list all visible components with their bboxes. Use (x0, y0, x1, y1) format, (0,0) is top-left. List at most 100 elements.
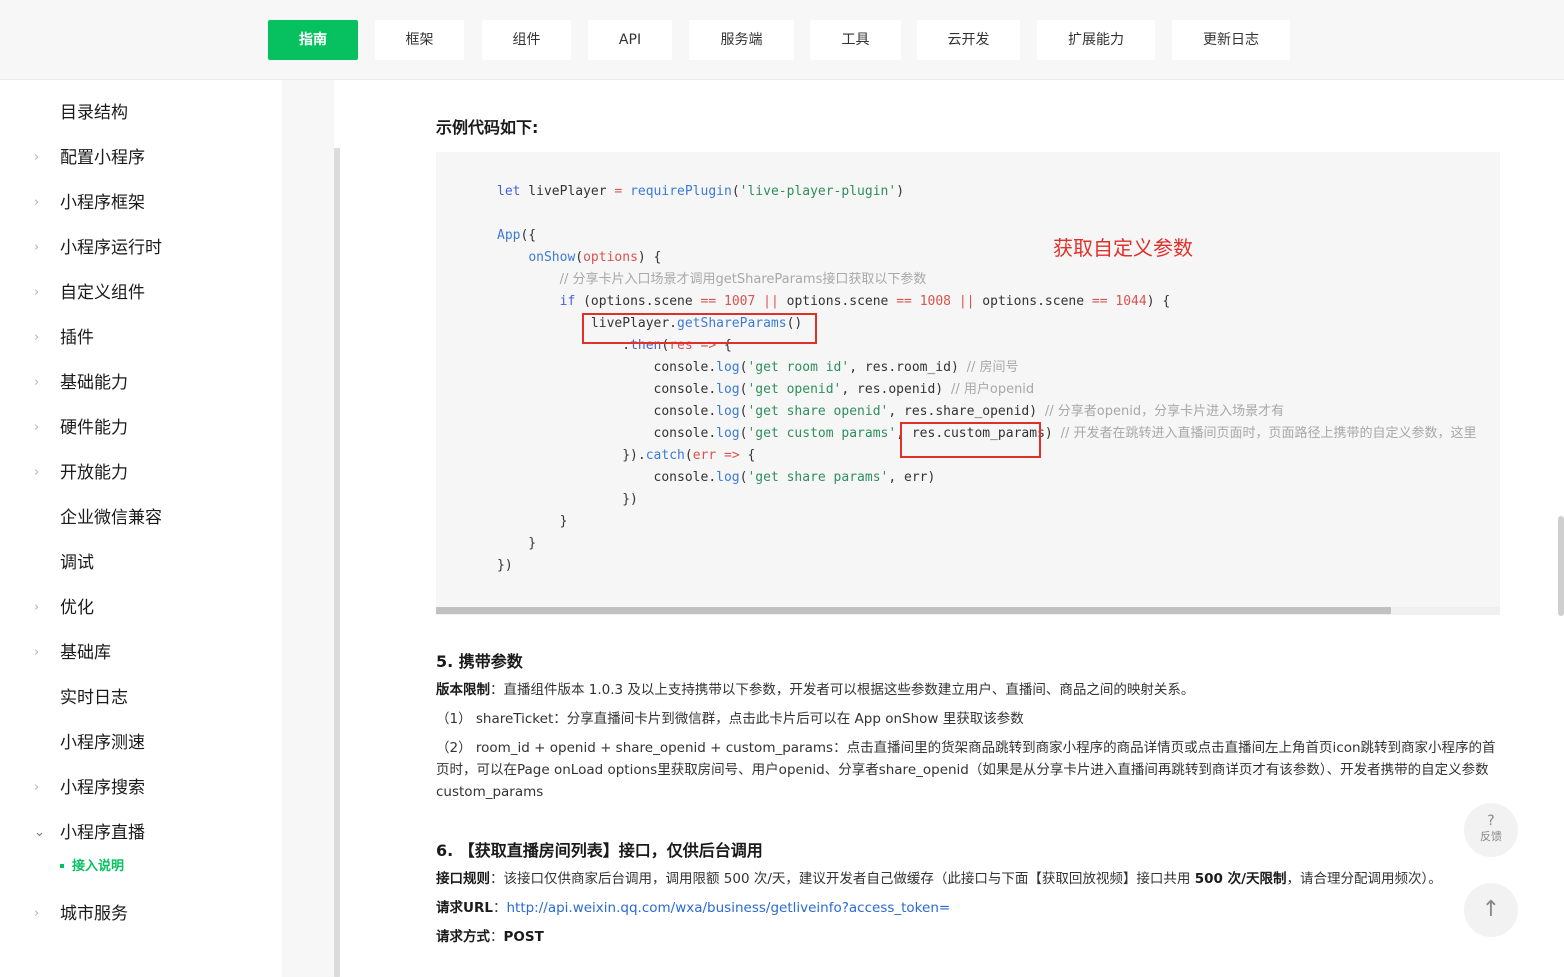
arrow-up-icon: ↑ (1481, 897, 1501, 922)
code-line: console.log('get room id', res.room_id) … (497, 360, 1019, 375)
sidebar-item-base-library[interactable]: › 基础库 (0, 635, 282, 671)
sidebar-item-label: 配置小程序 (60, 148, 145, 168)
sidebar-scrollbar[interactable] (334, 148, 340, 977)
tab-extensions[interactable]: 扩展能力 (1037, 20, 1155, 60)
code-line: console.log('get share openid', res.shar… (497, 404, 1285, 419)
tab-server[interactable]: 服务端 (689, 20, 794, 60)
sidebar-item-label: 企业微信兼容 (60, 508, 162, 528)
section-6-rule: 接口规则：该接口仅供商家后台调用，调用限额 500 次/天，建议开发者自己做缓存… (436, 868, 1502, 890)
sidebar-item-label: 硬件能力 (60, 418, 128, 438)
back-to-top-button[interactable]: ↑ (1464, 883, 1518, 937)
request-url-link[interactable]: http://api.weixin.qq.com/wxa/business/ge… (506, 900, 950, 916)
chevron-right-icon: › (34, 330, 40, 345)
sidebar-item-directory[interactable]: 目录结构 (0, 95, 282, 131)
method-value: POST (503, 929, 544, 945)
annotation-box-getshareparams (582, 313, 817, 344)
sidebar-item-open-abilities[interactable]: › 开放能力 (0, 455, 282, 491)
feedback-label: 反馈 (1480, 830, 1502, 843)
sidebar-item-city-services[interactable]: › 城市服务 (0, 896, 282, 932)
code-line: }).catch(err => { (497, 448, 756, 463)
chevron-right-icon: › (34, 420, 40, 435)
sidebar-item-plugins[interactable]: › 插件 (0, 320, 282, 356)
tab-changelog[interactable]: 更新日志 (1172, 20, 1290, 60)
sidebar-item-label: 目录结构 (60, 103, 128, 123)
tab-components[interactable]: 组件 (482, 20, 571, 60)
sidebar-item-label: 小程序直播 (60, 823, 145, 843)
sidebar-item-debug[interactable]: 调试 (0, 545, 282, 581)
annotation-label: 获取自定义参数 (1053, 236, 1193, 260)
feedback-button[interactable]: ? 反馈 (1464, 803, 1518, 857)
sidebar-item-speed-test[interactable]: 小程序测速 (0, 725, 282, 761)
tab-api[interactable]: API (588, 20, 672, 60)
tab-cloud-dev[interactable]: 云开发 (917, 20, 1020, 60)
chevron-right-icon: › (34, 150, 40, 165)
tab-guide[interactable]: 指南 (268, 20, 358, 60)
top-navbar: 指南 框架 组件 API 服务端 工具 云开发 扩展能力 更新日志 (0, 0, 1564, 80)
sidebar-item-wework[interactable]: 企业微信兼容 (0, 500, 282, 536)
sidebar-item-config[interactable]: › 配置小程序 (0, 140, 282, 176)
sidebar-gutter (282, 80, 334, 977)
sidebar-item-label: 小程序运行时 (60, 238, 162, 258)
sidebar-item-label: 调试 (60, 553, 94, 573)
bullet-icon (60, 863, 64, 868)
section-5-item-1: （1） shareTicket：分享直播间卡片到微信群，点击此卡片后可以在 Ap… (436, 711, 1024, 727)
sidebar-item-custom-components[interactable]: › 自定义组件 (0, 275, 282, 311)
sidebar-item-label: 小程序测速 (60, 733, 145, 753)
chevron-right-icon: › (34, 645, 40, 660)
version-limit-label: 版本限制 (436, 682, 490, 698)
code-block[interactable]: let livePlayer = requirePlugin('live-pla… (436, 152, 1500, 607)
rule-tail: ，请合理分配调用频次）。 (1286, 871, 1442, 887)
code-line: } (497, 514, 568, 529)
code-line: }) (497, 558, 513, 573)
sidebar-item-runtime[interactable]: › 小程序运行时 (0, 230, 282, 266)
sidebar-item-realtime-log[interactable]: 实时日志 (0, 680, 282, 716)
rule-limit: 500 次/天限制 (1194, 871, 1287, 887)
chevron-down-icon: ⌄ (34, 825, 45, 840)
code-line: console.log('get share params', err) (497, 470, 936, 485)
section-6-title: 6. 【获取直播房间列表】接口，仅供后台调用 (436, 841, 763, 860)
sidebar-item-label: 开放能力 (60, 463, 128, 483)
method-label: 请求方式 (436, 929, 490, 945)
sidebar-item-label: 小程序搜索 (60, 778, 145, 798)
chevron-right-icon: › (34, 600, 40, 615)
sidebar-item-label: 优化 (60, 598, 94, 618)
sidebar-item-framework[interactable]: › 小程序框架 (0, 185, 282, 221)
section-5-title: 5. 携带参数 (436, 652, 523, 671)
chevron-right-icon: › (34, 906, 40, 921)
code-horizontal-scrollbar[interactable] (436, 607, 1391, 614)
url-label: 请求URL (436, 900, 493, 916)
chevron-right-icon: › (34, 375, 40, 390)
chevron-right-icon: › (34, 240, 40, 255)
sidebar-item-basic-abilities[interactable]: › 基础能力 (0, 365, 282, 401)
sidebar-item-live[interactable]: ⌄ 小程序直播 (0, 815, 282, 851)
section-6-url: 请求URL：http://api.weixin.qq.com/wxa/busin… (436, 900, 951, 916)
rule-text: ：该接口仅供商家后台调用，调用限额 500 次/天，建议开发者自己做缓存（此接口… (490, 871, 1195, 887)
code-line: onShow(options) { (528, 250, 662, 265)
sidebar-item-label: 小程序框架 (60, 193, 145, 213)
rule-label: 接口规则 (436, 871, 490, 887)
sidebar-item-hardware[interactable]: › 硬件能力 (0, 410, 282, 446)
tab-framework[interactable]: 框架 (375, 20, 464, 60)
page-scrollbar[interactable] (1558, 516, 1564, 616)
version-limit-text: ：直播组件版本 1.0.3 及以上支持携带以下参数，开发者可以根据这些参数建立用… (490, 682, 1195, 698)
sidebar-item-label: 基础能力 (60, 373, 128, 393)
section-6-method: 请求方式：POST (436, 929, 544, 945)
sidebar-subitem-label: 接入说明 (72, 859, 125, 874)
chevron-right-icon: › (34, 465, 40, 480)
section-5-item-2: （2） room_id + openid + share_openid + cu… (436, 740, 1496, 800)
section-5-version-limit: 版本限制：直播组件版本 1.0.3 及以上支持携带以下参数，开发者可以根据这些参… (436, 679, 1502, 701)
sidebar-item-optimize[interactable]: › 优化 (0, 590, 282, 626)
sidebar-item-label: 城市服务 (60, 904, 128, 924)
sidebar-item-search[interactable]: › 小程序搜索 (0, 770, 282, 806)
sidebar-item-label: 插件 (60, 328, 94, 348)
tab-tools[interactable]: 工具 (810, 20, 901, 60)
code-line: let livePlayer = requirePlugin('live-pla… (497, 184, 905, 199)
question-icon: ? (1487, 813, 1495, 829)
sidebar-subitem-access-guide[interactable]: 接入说明 (60, 857, 124, 877)
chevron-right-icon: › (34, 195, 40, 210)
annotation-box-custom-params (900, 422, 1041, 458)
code-line: if (options.scene == 1007 || options.sce… (559, 294, 1171, 309)
example-heading: 示例代码如下: (436, 118, 539, 137)
sidebar-item-label: 自定义组件 (60, 283, 145, 303)
code-line: // 分享卡片入口场景才调用getShareParams接口获取以下参数 (559, 272, 927, 287)
